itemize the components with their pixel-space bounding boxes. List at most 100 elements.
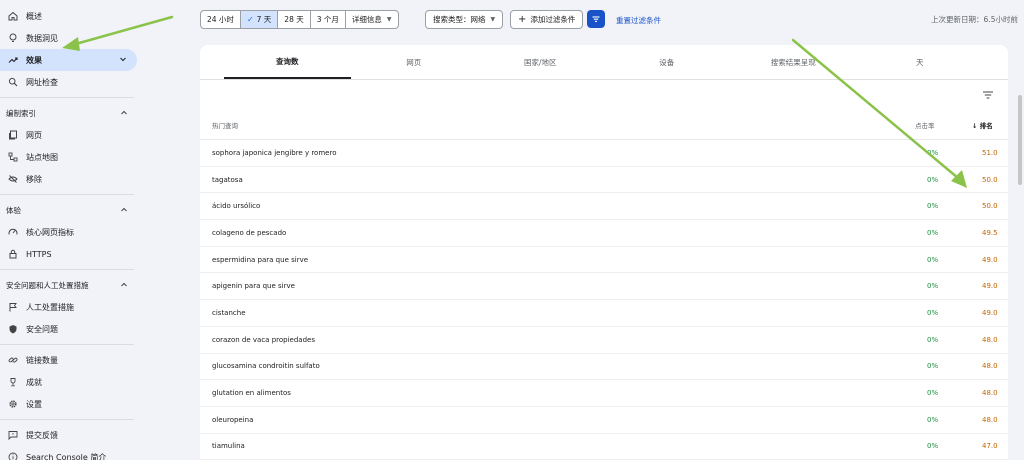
ctr-cell: 0% xyxy=(927,282,939,291)
section-experience[interactable]: 体验 xyxy=(0,199,140,221)
ctr-cell: 0% xyxy=(927,202,939,211)
table-header: 热门查询 点击率 ↓ 排名 xyxy=(200,110,1008,140)
shield-icon xyxy=(8,324,18,334)
section-title: 体验 xyxy=(6,205,21,215)
query-cell: sophora japonica jengibre y romero xyxy=(212,148,337,157)
table-row[interactable]: tiamulina 0% 47.0 xyxy=(200,434,1008,460)
header-query[interactable]: 热门查询 xyxy=(212,120,238,130)
sidebar-item-label: 核心网页指标 xyxy=(26,227,74,237)
ctr-cell: 0% xyxy=(927,415,939,424)
ctr-cell: 0% xyxy=(927,308,939,317)
query-cell: tiamulina xyxy=(212,442,245,451)
divider xyxy=(0,97,134,98)
sidebar-item-insights[interactable]: 数据洞见 xyxy=(0,27,140,49)
sidebar-item-label: 网页 xyxy=(26,130,42,140)
section-title: 安全问题和人工处置措施 xyxy=(6,280,89,290)
rank-cell: 49.5 xyxy=(982,228,998,237)
table-row[interactable]: glutation en alimentos 0% 48.0 xyxy=(200,380,1008,407)
sidebar-item-label: 成就 xyxy=(26,377,42,387)
sidebar-item-url-inspection[interactable]: 网址检查 xyxy=(0,71,140,93)
filter-list-icon[interactable] xyxy=(982,90,994,100)
lock-icon xyxy=(8,249,18,259)
sidebar-item-feedback[interactable]: 提交反馈 xyxy=(0,424,140,446)
caret-down-icon: ▼ xyxy=(386,16,392,23)
tab-countries[interactable]: 国家/地区 xyxy=(477,45,604,79)
range-3m-button[interactable]: 3 个月 xyxy=(311,11,346,28)
sidebar-item-overview[interactable]: 概述 xyxy=(0,5,140,27)
dimension-tabs: 查询数 网页 国家/地区 设备 搜索结果呈现 天 xyxy=(200,45,1008,80)
divider xyxy=(0,344,134,345)
trophy-icon xyxy=(8,377,18,387)
tab-search-appearance[interactable]: 搜索结果呈现 xyxy=(730,45,857,79)
sidebar-item-core-web-vitals[interactable]: 核心网页指标 xyxy=(0,221,140,243)
table-row[interactable]: apigenin para que sirve 0% 49.0 xyxy=(200,273,1008,301)
range-24h-button[interactable]: 24 小时 xyxy=(201,11,241,28)
table-row[interactable]: tagatosa 0% 50.0 xyxy=(200,167,1008,194)
add-filter-button[interactable]: + 添加过滤条件 xyxy=(510,10,584,29)
sidebar-item-about[interactable]: Search Console 简介 xyxy=(0,446,140,460)
sitemap-icon xyxy=(8,152,18,162)
divider xyxy=(0,419,134,420)
reset-filters-link[interactable]: 重置过滤条件 xyxy=(616,15,661,26)
table-row[interactable]: colageno de pescado 0% 49.5 xyxy=(200,220,1008,247)
query-cell: colageno de pescado xyxy=(212,228,287,237)
sidebar-item-removals[interactable]: 移除 xyxy=(0,168,140,190)
sidebar-item-security-issues[interactable]: 安全问题 xyxy=(0,318,140,340)
sidebar-item-label: 设置 xyxy=(26,399,42,409)
header-rank-label: 排名 xyxy=(979,121,993,130)
header-rank[interactable]: ↓ 排名 xyxy=(972,120,993,130)
sidebar-item-manual-actions[interactable]: 人工处置措施 xyxy=(0,296,140,318)
filter-bar: 24 小时 ✓ 7 天 28 天 3 个月 详细信息 ▼ 搜索类型：网络 ▼ + 添… xyxy=(200,10,1024,30)
query-cell: tagatosa xyxy=(212,175,243,184)
section-indexing[interactable]: 编制索引 xyxy=(0,102,140,124)
range-28d-button[interactable]: 28 天 xyxy=(278,11,311,28)
tab-dates[interactable]: 天 xyxy=(857,45,984,79)
sidebar-item-pages[interactable]: 网页 xyxy=(0,124,140,146)
search-icon xyxy=(8,77,18,87)
search-type-dropdown[interactable]: 搜索类型：网络 ▼ xyxy=(425,10,504,29)
tab-pages[interactable]: 网页 xyxy=(351,45,478,79)
table-row[interactable]: ácido ursólico 0% 50.0 xyxy=(200,193,1008,221)
sidebar-item-label: 人工处置措施 xyxy=(26,302,74,312)
rank-cell: 50.0 xyxy=(982,175,998,184)
filter-settings-button[interactable] xyxy=(587,10,605,28)
header-ctr[interactable]: 点击率 xyxy=(915,120,935,130)
rank-cell: 49.0 xyxy=(982,255,998,264)
table-row[interactable]: oleuropeina 0% 48.0 xyxy=(200,407,1008,434)
sidebar-item-links[interactable]: 链接数量 xyxy=(0,349,140,371)
sidebar-item-label: 移除 xyxy=(26,174,42,184)
section-security[interactable]: 安全问题和人工处置措施 xyxy=(0,274,140,296)
table-row[interactable]: sophora japonica jengibre y romero 0% 51.0 xyxy=(200,140,1008,167)
table-row[interactable]: corazon de vaca propiedades 0% 48.0 xyxy=(200,327,1008,354)
range-details-dropdown[interactable]: 详细信息 ▼ xyxy=(346,11,398,28)
table-row[interactable]: cistanche 0% 49.0 xyxy=(200,300,1008,327)
chevron-down-icon[interactable] xyxy=(119,55,127,63)
range-label: 3 个月 xyxy=(316,15,339,24)
pages-icon xyxy=(8,130,18,140)
tab-devices[interactable]: 设备 xyxy=(604,45,731,79)
ctr-cell: 0% xyxy=(927,175,939,184)
sidebar: 概述 数据洞见 效果 网址检查 编制索引 网页 站点地图 移除 体验 核心网页指… xyxy=(0,0,140,460)
info-icon xyxy=(8,452,18,460)
chevron-up-icon[interactable] xyxy=(120,206,128,214)
tab-queries[interactable]: 查询数 xyxy=(224,45,351,79)
table-toolbar xyxy=(200,80,1008,110)
sidebar-item-performance[interactable]: 效果 xyxy=(0,49,137,71)
scrollbar[interactable] xyxy=(1018,95,1022,185)
add-filter-label: 添加过滤条件 xyxy=(530,15,576,24)
sidebar-item-achievements[interactable]: 成就 xyxy=(0,371,140,393)
query-cell: espermidina para que sirve xyxy=(212,255,309,264)
sidebar-item-settings[interactable]: 设置 xyxy=(0,393,140,415)
chevron-up-icon[interactable] xyxy=(120,281,128,289)
sidebar-item-sitemaps[interactable]: 站点地图 xyxy=(0,146,140,168)
ctr-cell: 0% xyxy=(927,255,939,264)
table-row[interactable]: espermidina para que sirve 0% 49.0 xyxy=(200,247,1008,274)
table-row[interactable]: glucosamina condroitin sulfato 0% 48.0 xyxy=(200,354,1008,381)
link-icon xyxy=(8,355,18,365)
chevron-up-icon[interactable] xyxy=(120,109,128,117)
sidebar-item-https[interactable]: HTTPS xyxy=(0,243,140,265)
range-7d-button[interactable]: ✓ 7 天 xyxy=(240,11,279,28)
query-cell: oleuropeina xyxy=(212,415,254,424)
check-icon: ✓ xyxy=(246,15,254,24)
range-label: 详细信息 xyxy=(351,15,382,24)
